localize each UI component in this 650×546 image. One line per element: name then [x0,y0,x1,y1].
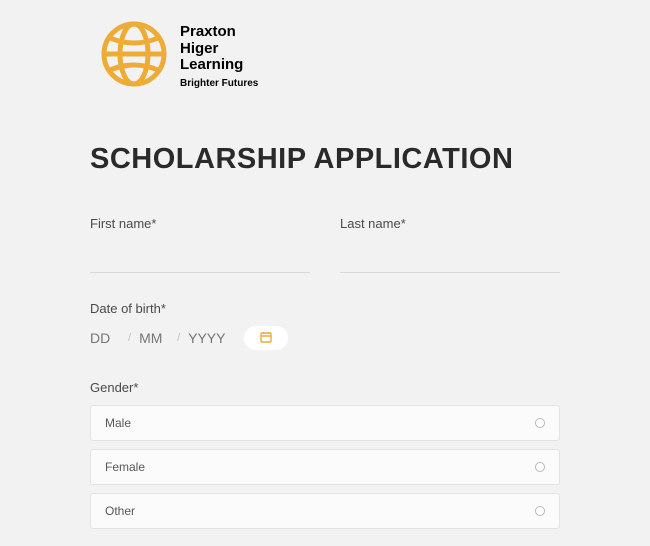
gender-option-label: Female [105,460,145,474]
globe-icon [100,20,168,93]
last-name-field: Last name* [340,216,560,273]
dob-separator-2: / [177,332,180,344]
gender-option-label: Other [105,504,135,518]
dob-year-input[interactable] [188,330,230,346]
brand-text: Praxton Higer Learning Brighter Futures [180,24,258,89]
dob-separator-1: / [128,332,131,344]
last-name-input[interactable] [340,251,560,273]
gender-option-other[interactable]: Other [90,493,560,529]
first-name-input[interactable] [90,251,310,273]
brand-line2: Higer [180,41,258,58]
gender-option-male[interactable]: Male [90,405,560,441]
radio-icon [535,462,545,472]
dob-month-input[interactable] [139,330,169,346]
dob-row: / / [90,326,560,350]
logo-block: Praxton Higer Learning Brighter Futures [90,20,560,93]
gender-label: Gender* [90,380,560,395]
radio-icon [535,506,545,516]
gender-option-female[interactable]: Female [90,449,560,485]
brand-line3: Learning [180,57,258,74]
calendar-button[interactable] [244,326,288,350]
brand-line1: Praxton [180,24,258,41]
first-name-field: First name* [90,216,310,273]
gender-option-label: Male [105,416,131,430]
dob-section: Date of birth* / / [90,301,560,350]
name-row: First name* Last name* [90,216,560,273]
dob-day-input[interactable] [90,330,120,346]
calendar-icon [260,331,272,346]
last-name-label: Last name* [340,216,560,231]
radio-icon [535,418,545,428]
page-title: SCHOLARSHIP APPLICATION [90,143,560,176]
brand-tagline: Brighter Futures [180,78,258,89]
first-name-label: First name* [90,216,310,231]
form-container: Praxton Higer Learning Brighter Futures … [0,0,650,529]
dob-label: Date of birth* [90,301,560,316]
gender-section: Gender* Male Female Other [90,380,560,529]
